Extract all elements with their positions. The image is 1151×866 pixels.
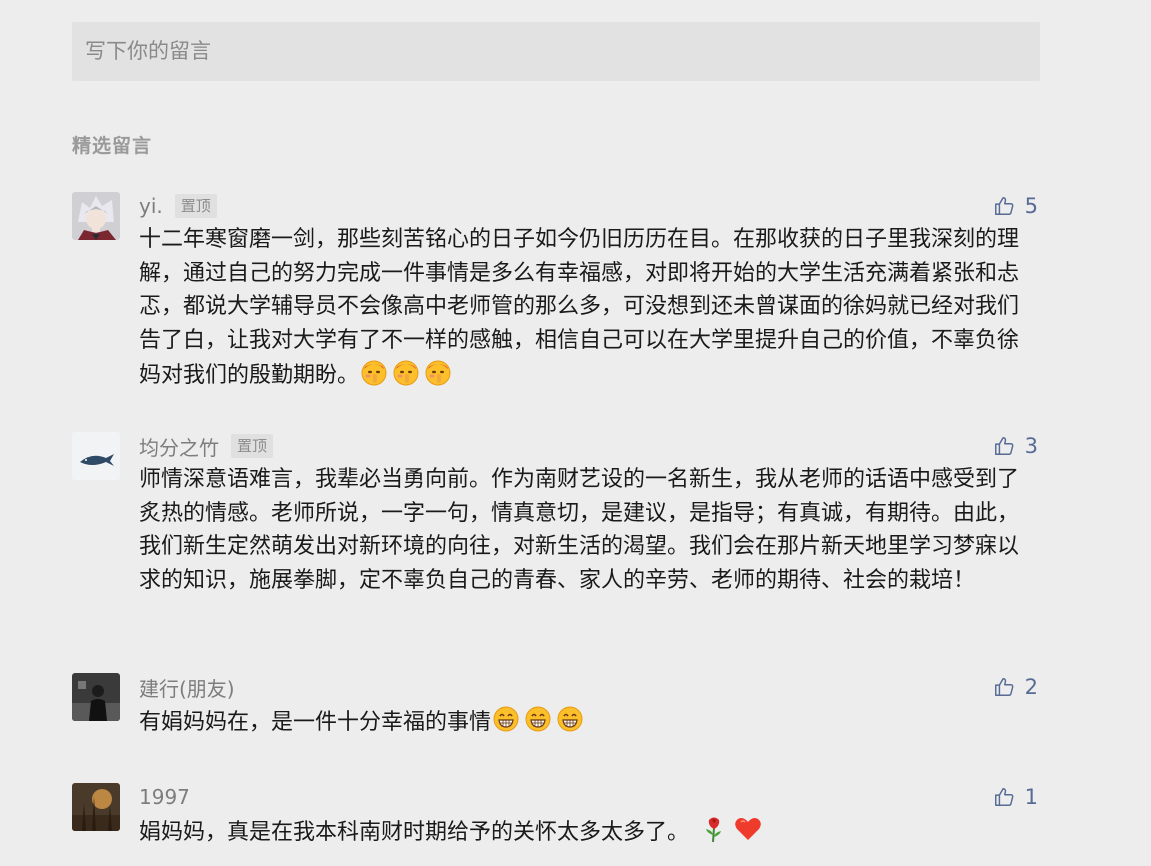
comments-page: 写下你的留言 精选留言 yi. 置顶 5 十二年寒窗磨一剑，那些刻苦铭心的日子如… bbox=[0, 0, 1151, 866]
like-button[interactable]: 5 bbox=[993, 192, 1038, 220]
shush-face-icon bbox=[391, 357, 421, 387]
like-count: 2 bbox=[1024, 675, 1038, 699]
featured-comments-title: 精选留言 bbox=[72, 135, 153, 157]
grin-face-icon bbox=[523, 704, 553, 734]
pinned-badge: 置顶 bbox=[174, 194, 217, 218]
shush-face-icon bbox=[359, 357, 389, 387]
like-count: 1 bbox=[1024, 785, 1038, 809]
like-count: 3 bbox=[1024, 434, 1038, 458]
like-button[interactable]: 3 bbox=[993, 432, 1038, 460]
avatar[interactable] bbox=[72, 783, 120, 831]
grin-face-icon bbox=[555, 704, 585, 734]
comment-nickname: 1997 bbox=[139, 785, 190, 809]
heart-icon bbox=[733, 814, 763, 844]
thumbs-up-icon bbox=[993, 435, 1015, 457]
pinned-badge: 置顶 bbox=[231, 434, 274, 458]
comment-body: 十二年寒窗磨一剑，那些刻苦铭心的日子如今仍旧历历在目。在那收获的日子里我深刻的理… bbox=[139, 227, 1020, 388]
write-comment-input[interactable]: 写下你的留言 bbox=[72, 22, 1040, 81]
shush-face-icon bbox=[423, 357, 453, 387]
like-count: 5 bbox=[1024, 194, 1038, 218]
like-button[interactable]: 1 bbox=[993, 783, 1038, 811]
comment-body: 娟妈妈，真是在我本科南财时期给予的关怀太多太多了。 bbox=[139, 820, 690, 845]
comment-text: 十二年寒窗磨一剑，那些刻苦铭心的日子如今仍旧历历在目。在那收获的日子里我深刻的理… bbox=[139, 223, 1039, 393]
comment-text: 师情深意语难言，我辈必当勇向前。作为南财艺设的一名新生，我从老师的话语中感受到了… bbox=[139, 467, 1020, 593]
avatar[interactable] bbox=[72, 673, 120, 721]
comment-text: 娟妈妈，真是在我本科南财时期给予的关怀太多太多了。 bbox=[139, 814, 1039, 850]
grin-face-icon bbox=[491, 704, 521, 734]
like-button[interactable]: 2 bbox=[993, 673, 1038, 701]
rose-icon bbox=[701, 814, 727, 844]
avatar[interactable] bbox=[72, 192, 120, 240]
comment-body: 有娟妈妈在，是一件十分幸福的事情 bbox=[139, 710, 492, 735]
thumbs-up-icon bbox=[993, 195, 1015, 217]
avatar[interactable] bbox=[72, 432, 120, 480]
comment-text: 有娟妈妈在，是一件十分幸福的事情 bbox=[139, 704, 1039, 740]
thumbs-up-icon bbox=[993, 676, 1015, 698]
comment-nickname: 建行(朋友) bbox=[139, 676, 235, 701]
comment-nickname: yi. bbox=[139, 194, 163, 218]
thumbs-up-icon bbox=[993, 786, 1015, 808]
comment-nickname: 均分之竹 bbox=[139, 435, 219, 460]
